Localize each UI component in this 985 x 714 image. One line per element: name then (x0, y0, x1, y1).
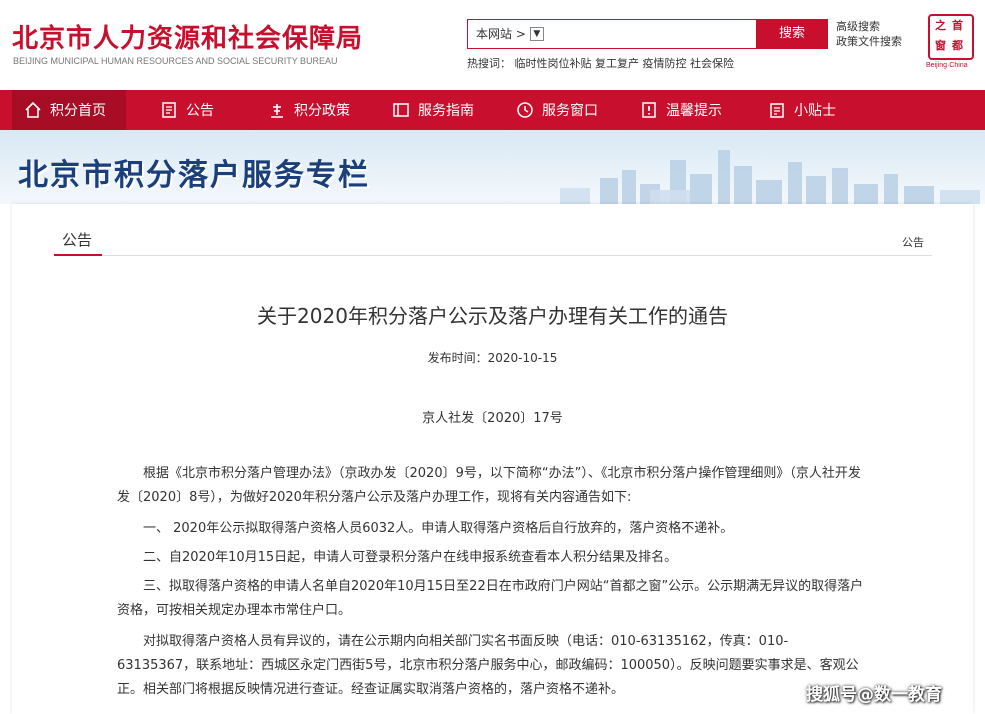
site-logo-cn[interactable]: 北京市人力资源和社会保障局 (12, 18, 363, 55)
note-icon (770, 103, 784, 118)
search-links: 高级搜索 政策文件搜索 (836, 19, 902, 49)
nav-item-label: 服务窗口 (542, 103, 598, 119)
seal-char: 都 (952, 39, 963, 52)
home-icon (25, 101, 41, 118)
article-paragraph: 根据《北京市积分落户管理办法》（京政办发〔2020〕9号，以下简称“办法”）、《… (117, 466, 861, 505)
nav-item-label: 小贴士 (794, 103, 836, 119)
hot-search-label: 热搜词： (467, 57, 511, 70)
policy-icon (271, 104, 283, 118)
nav-item-label: 积分首页 (50, 103, 106, 119)
article-title: 关于2020年积分落户公示及落户办理有关工作的通告 (257, 304, 728, 328)
seal-char: 之 (935, 19, 946, 32)
document-number: 京人社发〔2020〕17号 (422, 411, 563, 426)
hot-search-words[interactable]: 临时性岗位补贴 复工复产 疫情防控 社会保险 (515, 57, 735, 70)
nav-item-label: 积分政策 (294, 103, 350, 119)
tab-notice[interactable]: 公告 (54, 229, 100, 254)
nav-item-home[interactable]: 积分首页 (12, 90, 126, 130)
seal-char: 窗 (935, 39, 946, 52)
banner: 北京市积分落户服务专栏 (0, 130, 985, 204)
guide-icon (393, 103, 409, 117)
search-button[interactable]: 搜索 (756, 19, 828, 49)
chevron-down-icon[interactable]: ▼ (529, 26, 544, 41)
banner-title: 北京市积分落户服务专栏 (18, 158, 370, 193)
nav-item-service-window[interactable]: 服务窗口 (516, 90, 598, 130)
seal-caption: Beijing·China (926, 62, 968, 69)
tab-divider (54, 255, 932, 256)
article-paragraph: 对拟取得落户资格人员有异议的，请在公示期内向相关部门实名书面反映（电话：010-… (117, 634, 859, 697)
search-input[interactable]: 本网站 > ▼ (467, 19, 757, 49)
nav-item-label: 服务指南 (418, 103, 474, 119)
watermark: 搜狐号@数一教育 (806, 685, 942, 705)
nav-item-tips[interactable]: 温馨提示 (640, 90, 722, 130)
policy-search-link[interactable]: 政策文件搜索 (836, 34, 902, 49)
search-scope-label: 本网站 > (476, 27, 526, 41)
site-logo-en: BEIJING MUNICIPAL HUMAN RESOURCES AND SO… (13, 56, 338, 66)
capital-window-seal-icon[interactable]: 首 都 之 窗 (928, 14, 974, 60)
nav-item-label: 公告 (186, 103, 214, 119)
advanced-search-link[interactable]: 高级搜索 (836, 19, 902, 34)
main-nav: 积分首页 公告 积分政策 服务指南 服务窗口 温馨提示 小贴士 (0, 90, 985, 130)
article-paragraph: 三、拟取得落户资格的申请人名单自2020年10月15日至22日在市政府门户网站“… (117, 579, 864, 618)
breadcrumb[interactable]: 公告 (902, 234, 924, 250)
content-panel: 公告 公告 关于2020年积分落户公示及落户办理有关工作的通告 发布时间：202… (12, 204, 973, 714)
nav-item-note[interactable]: 小贴士 (768, 90, 836, 130)
article-paragraph: 二、自2020年10月15日起，申请人可登录积分落户在线申报系统查看本人积分结果… (143, 550, 678, 565)
service-window-icon (517, 102, 533, 118)
tab-active-indicator (54, 254, 102, 256)
nav-item-policy[interactable]: 积分政策 (268, 90, 350, 130)
nav-item-label: 温馨提示 (666, 103, 722, 119)
hot-search: 热搜词： 临时性岗位补贴 复工复产 疫情防控 社会保险 (467, 55, 734, 71)
city-skyline-icon (560, 150, 980, 204)
search-scope-select[interactable]: 本网站 > ▼ (476, 25, 544, 42)
nav-item-guide[interactable]: 服务指南 (392, 90, 474, 130)
notice-icon (162, 102, 176, 118)
tips-icon (642, 102, 656, 118)
article-paragraph: 一、 2020年公示拟取得落户资格人员6032人。申请人取得落户资格后自行放弃的… (143, 521, 734, 536)
publish-date: 发布时间：2020-10-15 (427, 351, 558, 365)
nav-item-notice[interactable]: 公告 (160, 90, 214, 130)
seal-char: 首 (952, 19, 963, 32)
site-header: 北京市人力资源和社会保障局 BEIJING MUNICIPAL HUMAN RE… (0, 0, 985, 90)
